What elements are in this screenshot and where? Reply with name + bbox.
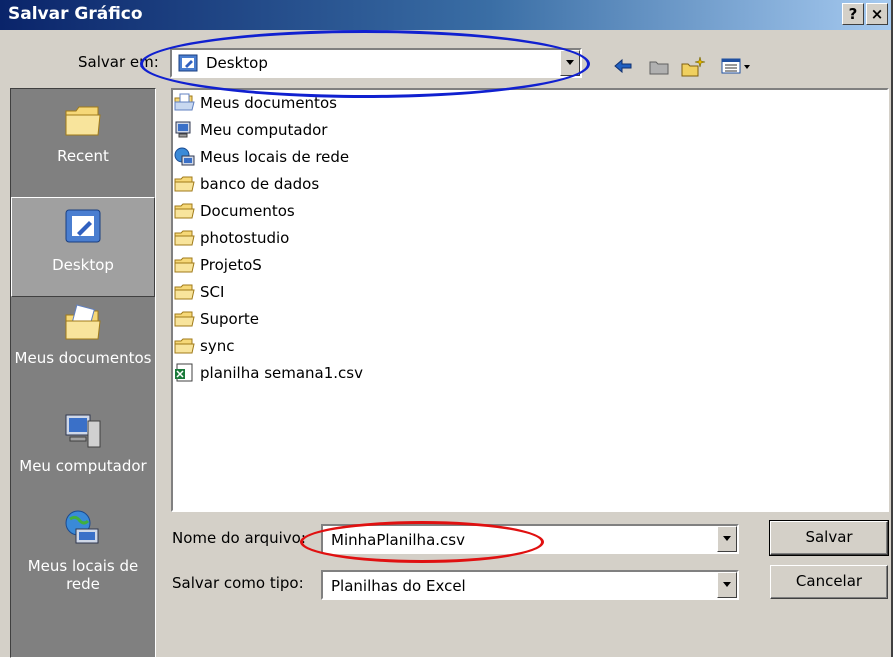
place-label: Meu computador — [19, 457, 147, 475]
folder-icon — [174, 176, 195, 192]
title-bar[interactable]: Salvar Gráfico ? × — [0, 0, 891, 30]
file-list-item-label: sync — [200, 337, 235, 355]
place-desktop[interactable]: Desktop — [11, 197, 155, 297]
network-icon — [174, 147, 195, 166]
folder-icon — [174, 230, 195, 246]
place-label: Desktop — [52, 256, 114, 274]
folder-icon — [174, 284, 195, 300]
computer-icon — [175, 121, 191, 138]
recent-folder-icon — [65, 106, 101, 136]
file-list-item-label: photostudio — [200, 229, 290, 247]
folder-icon — [174, 257, 195, 273]
new-folder-icon[interactable] — [680, 56, 706, 78]
chevron-down-icon[interactable] — [717, 526, 737, 552]
file-type-value: Planilhas do Excel — [331, 577, 466, 595]
network-icon — [65, 510, 99, 544]
save-in-value: Desktop — [206, 54, 268, 72]
dialog-title: Salvar Gráfico — [8, 4, 143, 24]
place-recent[interactable]: Recent — [11, 99, 155, 197]
my-documents-icon — [174, 93, 195, 111]
folder-icon — [174, 311, 195, 327]
save-button[interactable]: Salvar — [769, 520, 889, 556]
file-type-dropdown[interactable]: Planilhas do Excel — [321, 570, 739, 600]
cancel-button[interactable]: Cancelar — [770, 565, 888, 599]
save-in-dropdown[interactable]: Desktop — [170, 48, 582, 78]
file-list[interactable]: Meus documentos Meu computador Meus locais… — [171, 88, 889, 512]
my-documents-icon — [65, 304, 101, 340]
file-list-item-label: ProjetoS — [200, 256, 262, 274]
file-name-input[interactable]: MinhaPlanilha.csv — [321, 524, 739, 554]
file-type-label: Salvar como tipo: — [172, 574, 304, 592]
file-list-item-label: Documentos — [200, 202, 295, 220]
file-list-item-label: SCI — [200, 283, 225, 301]
file-list-item-label: planilha semana1.csv — [200, 364, 363, 382]
computer-icon — [65, 414, 101, 448]
file-list-item-label: Meu computador — [200, 121, 328, 139]
save-in-label: Salvar em: — [78, 53, 159, 71]
save-dialog: Salvar Gráfico ? × Salvar em: Desktop Re… — [0, 0, 893, 658]
place-network[interactable]: Meus locais de rede — [11, 509, 155, 609]
place-label: Recent — [57, 147, 109, 165]
file-name-value: MinhaPlanilha.csv — [331, 531, 465, 549]
desktop-icon — [65, 209, 101, 243]
folder-icon — [174, 338, 195, 354]
place-my-computer[interactable]: Meu computador — [11, 411, 155, 507]
close-button[interactable]: × — [866, 3, 888, 25]
help-button[interactable]: ? — [842, 3, 864, 25]
place-label: Meus locais de rede — [27, 557, 139, 593]
chevron-down-icon[interactable] — [560, 50, 580, 76]
desktop-icon — [178, 54, 198, 72]
place-label: Meus documentos — [14, 349, 152, 367]
file-list-item-label: banco de dados — [200, 175, 320, 193]
view-menu-icon[interactable] — [720, 56, 754, 76]
place-my-documents[interactable]: Meus documentos — [11, 303, 155, 411]
file-list-item-label: Meus documentos — [200, 94, 337, 112]
folder-icon — [174, 203, 195, 219]
file-name-label: Nome do arquivo: — [172, 529, 306, 547]
places-bar: Recent Desktop Meus documentos Meu compu… — [10, 88, 156, 658]
chevron-down-icon[interactable] — [717, 572, 737, 598]
back-arrow-icon[interactable] — [612, 56, 634, 76]
file-list-item-label: Meus locais de rede — [200, 148, 350, 166]
file-list-item-label: Suporte — [200, 310, 260, 328]
up-folder-icon[interactable] — [648, 56, 670, 76]
excel-file-icon — [175, 363, 193, 382]
